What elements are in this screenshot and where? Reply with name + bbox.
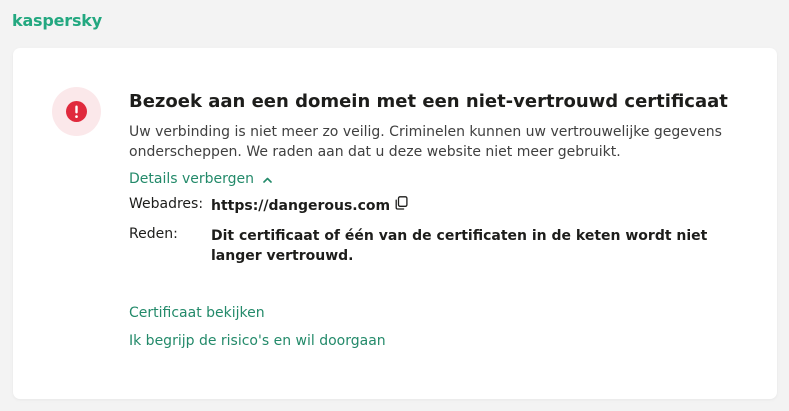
- details-toggle-label: Details verbergen: [129, 171, 255, 187]
- details-toggle-button[interactable]: Details verbergen: [129, 171, 272, 187]
- url-row: https://dangerous.com: [211, 196, 408, 216]
- url-label: Webadres:: [129, 196, 204, 212]
- chevron-up-icon: [263, 171, 272, 187]
- warning-description: Uw verbinding is niet meer zo veilig. Cr…: [129, 124, 722, 160]
- view-certificate-link[interactable]: Certificaat bekijken: [129, 305, 265, 321]
- proceed-link[interactable]: Ik begrijp de risico's en wil doorgaan: [129, 333, 386, 349]
- alert-icon-container: [52, 87, 101, 136]
- warning-title: Bezoek aan een domein met een niet-vertr…: [129, 91, 728, 112]
- exclamation-icon: [66, 101, 87, 122]
- url-value: https://dangerous.com: [211, 198, 391, 214]
- warning-card: Bezoek aan een domein met een niet-vertr…: [13, 48, 777, 399]
- reason-label: Reden:: [129, 226, 178, 242]
- reason-value: Dit certificaat of één van de certificat…: [211, 228, 708, 264]
- kaspersky-logo: kaspersky: [12, 11, 102, 30]
- copy-icon[interactable]: [394, 196, 408, 216]
